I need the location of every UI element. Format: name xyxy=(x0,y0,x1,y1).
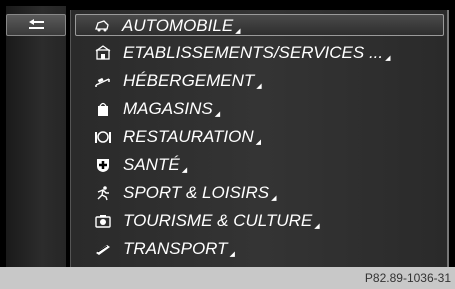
item-label: SANTÉ ◢ xyxy=(123,155,188,174)
cutlery-icon xyxy=(95,131,111,143)
list-item-restauration[interactable]: RESTAURATION ◢ xyxy=(77,126,442,148)
sport-icon xyxy=(97,186,109,201)
list-item-magasins[interactable]: MAGASINS ◢ xyxy=(77,98,442,120)
item-label: ETABLISSEMENTS/SERVICES ... ◢ xyxy=(123,43,391,62)
item-label: TRANSPORT ◢ xyxy=(123,239,235,258)
item-label: TOURISME & CULTURE ◢ xyxy=(123,211,320,230)
item-label: SPORT & LOISIRS ◢ xyxy=(123,183,277,202)
item-label: MAGASINS ◢ xyxy=(123,99,221,118)
bed-icon xyxy=(95,77,110,87)
back-button[interactable] xyxy=(6,14,66,36)
building-icon xyxy=(95,45,111,60)
screen: AUTOMOBILE ◢ ETABLISSEMENTS/SERVICES ... ◢… xyxy=(0,0,455,267)
sidebar xyxy=(6,6,66,267)
train-icon xyxy=(96,245,110,255)
shopping-bag-icon xyxy=(98,102,108,116)
list-item-tourisme-culture[interactable]: TOURISME & CULTURE ◢ xyxy=(77,210,442,232)
car-icon xyxy=(95,20,109,32)
list-item-transport[interactable]: TRANSPORT ◢ xyxy=(77,238,442,260)
list-item-automobile[interactable]: AUTOMOBILE ◢ xyxy=(75,14,444,36)
figure-footer: P82.89-1036-31 xyxy=(0,267,455,289)
list-item-sport-loisirs[interactable]: SPORT & LOISIRS ◢ xyxy=(77,182,442,204)
camera-icon xyxy=(95,215,111,228)
scrollbar[interactable] xyxy=(447,10,449,267)
back-arrow-icon xyxy=(29,19,44,29)
list-item-etablissements[interactable]: ETABLISSEMENTS/SERVICES ... ◢ xyxy=(77,42,442,64)
item-label: RESTAURATION ◢ xyxy=(123,127,262,146)
list-item-sante[interactable]: SANTÉ ◢ xyxy=(77,154,442,176)
medical-cross-icon xyxy=(97,159,109,172)
item-label: AUTOMOBILE ◢ xyxy=(122,16,241,35)
figure-code: P82.89-1036-31 xyxy=(364,271,451,285)
list-item-hebergement[interactable]: HÉBERGEMENT ◢ xyxy=(77,70,442,92)
item-label: HÉBERGEMENT ◢ xyxy=(123,71,262,90)
category-list: AUTOMOBILE ◢ ETABLISSEMENTS/SERVICES ... ◢… xyxy=(70,10,448,267)
